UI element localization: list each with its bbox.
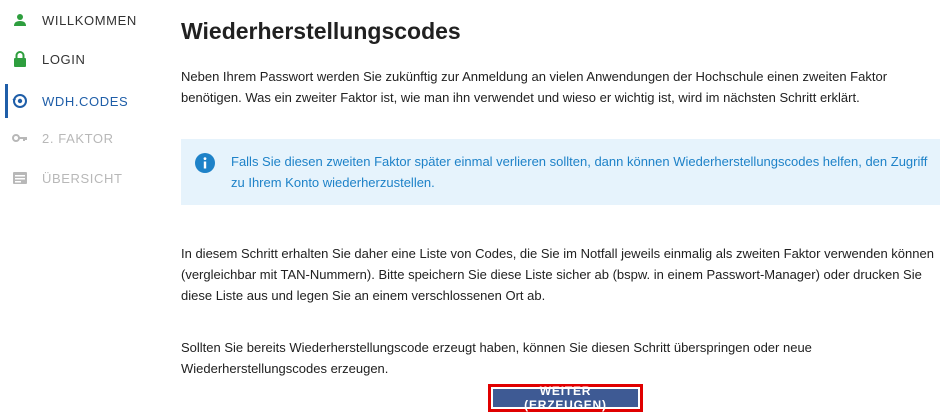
sidebar-item-2-faktor: 2. FAKTOR [6, 125, 156, 151]
page: WILLKOMMEN LOGIN WDH.CODES 2. FAKTOR ÜBE… [0, 0, 941, 412]
restore-icon [12, 93, 28, 109]
button-highlight-frame: WEITER (ERZEUGEN) [488, 384, 643, 412]
person-icon [12, 12, 28, 28]
continue-generate-button[interactable]: WEITER (ERZEUGEN) [493, 384, 638, 412]
page-title: Wiederherstellungscodes [181, 18, 461, 44]
explanation-text: In diesem Schritt erhalten Sie daher ein… [181, 246, 934, 303]
info-icon [195, 153, 215, 173]
lock-icon [12, 51, 28, 67]
sidebar-item-label: WDH.CODES [42, 93, 129, 109]
sidebar-item-uebersicht: ÜBERSICHT [6, 165, 156, 191]
list-icon [12, 170, 28, 186]
sidebar-item-label: WILLKOMMEN [42, 12, 137, 28]
sidebar-stepper: WILLKOMMEN LOGIN WDH.CODES 2. FAKTOR ÜBE… [0, 0, 160, 412]
info-text: Falls Sie diesen zweiten Faktor später e… [231, 154, 928, 190]
sidebar-item-label: LOGIN [42, 51, 86, 67]
sidebar-item-label: ÜBERSICHT [42, 170, 123, 186]
info-callout: Falls Sie diesen zweiten Faktor später e… [181, 139, 940, 205]
skip-note-text: Sollten Sie bereits Wiederherstellungsco… [181, 340, 812, 376]
sidebar-item-wdh-codes[interactable]: WDH.CODES [6, 88, 156, 114]
key-icon [12, 130, 28, 146]
intro-text: Neben Ihrem Passwort werden Sie zukünfti… [181, 69, 888, 105]
sidebar-item-willkommen[interactable]: WILLKOMMEN [6, 7, 156, 33]
sidebar-item-label: 2. FAKTOR [42, 130, 114, 146]
sidebar-item-login[interactable]: LOGIN [6, 46, 156, 72]
